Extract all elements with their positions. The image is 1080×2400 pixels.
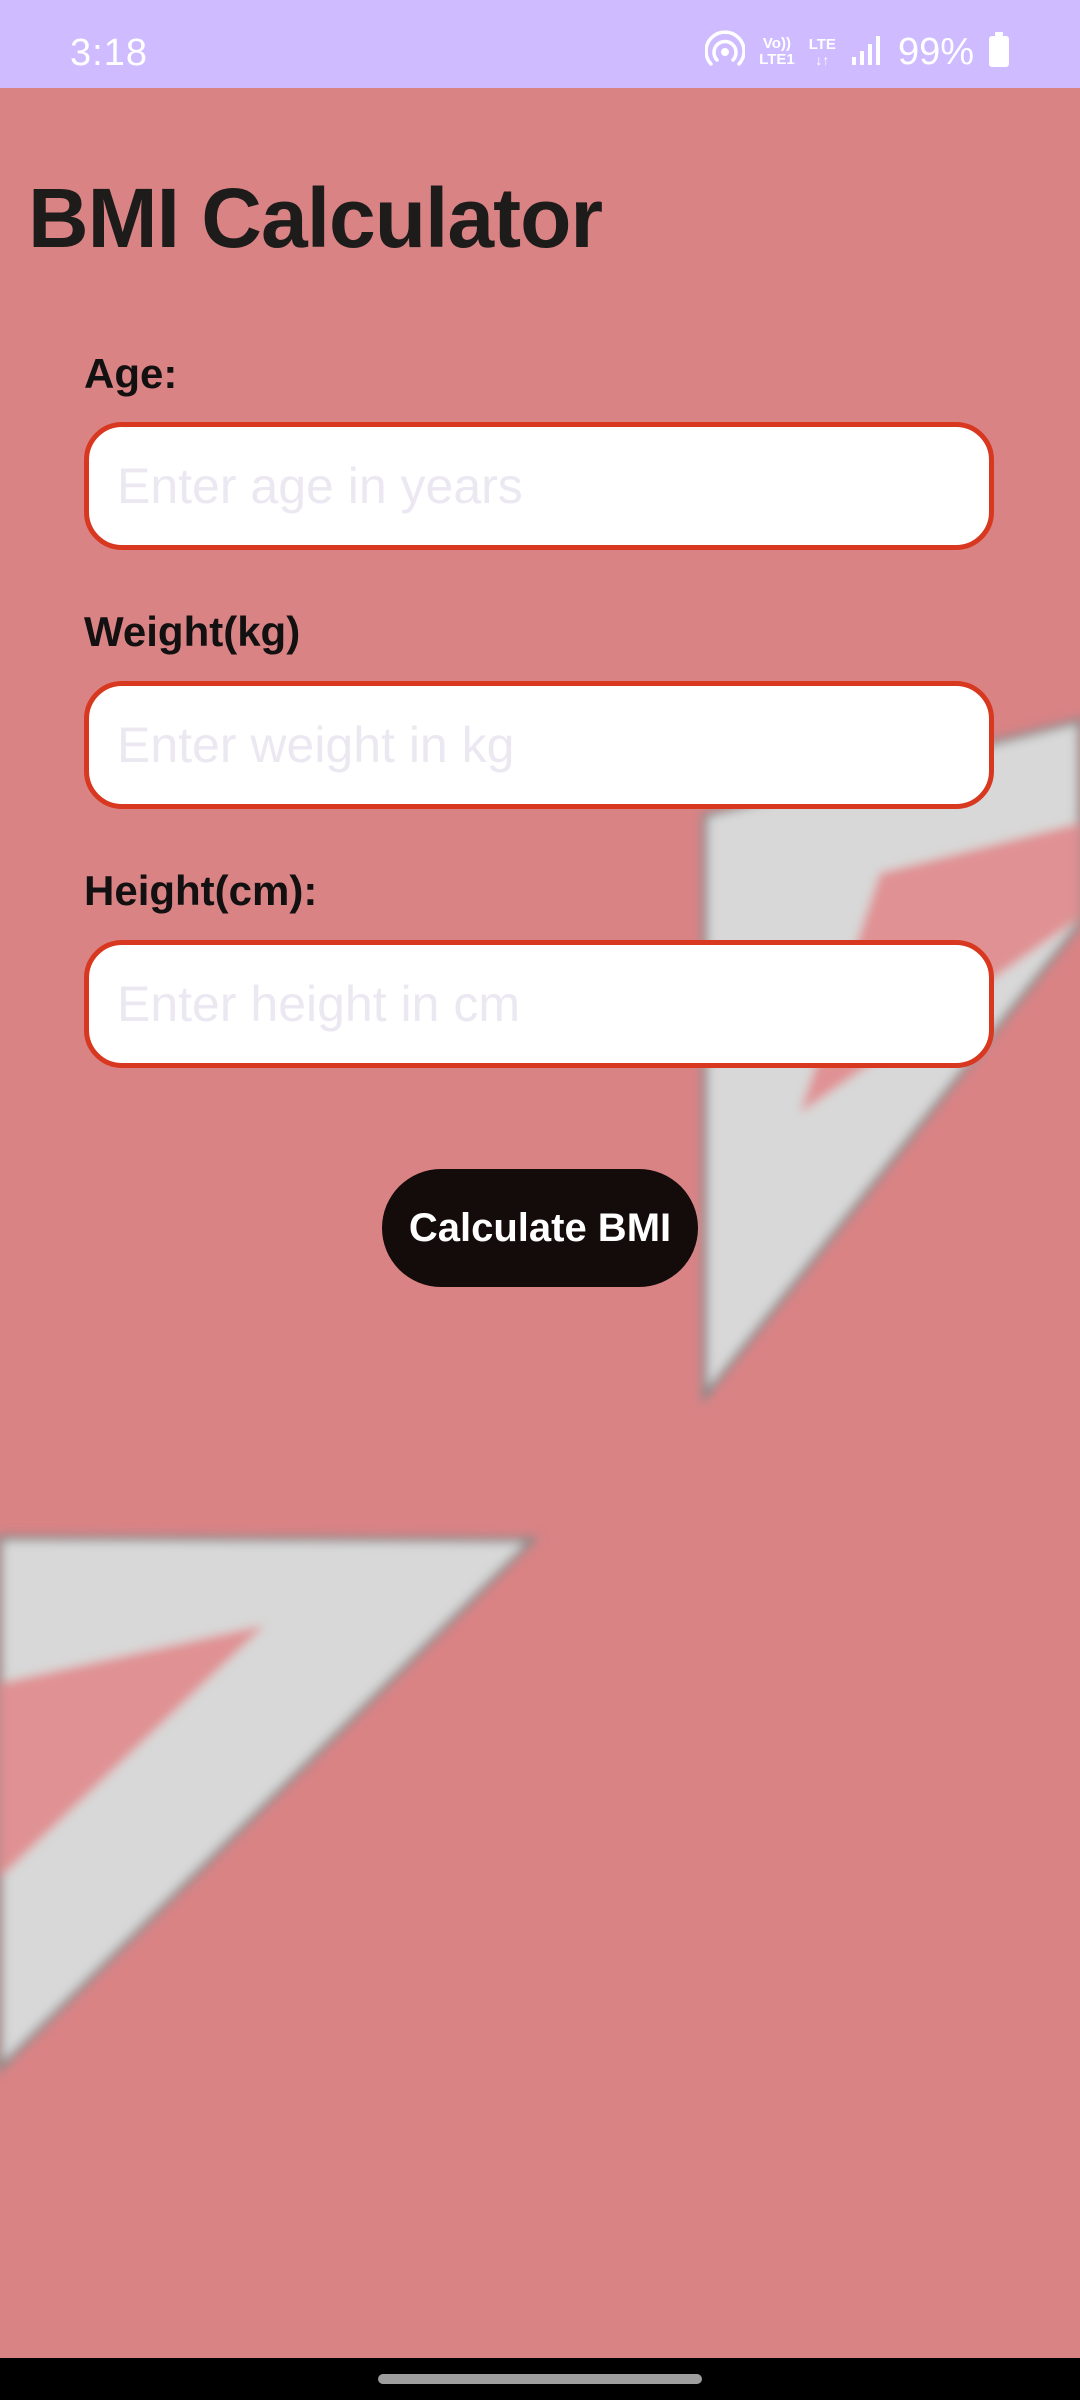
page-title: BMI Calculator — [28, 171, 603, 265]
height-input[interactable] — [89, 945, 989, 1063]
volte-bottom-text: LTE1 — [759, 51, 795, 68]
navigation-bar — [0, 2358, 1080, 2400]
status-icons: Vo)) LTE1 LTE ↓↑ 99% — [704, 29, 1010, 75]
volte-top-text: Vo)) — [762, 35, 791, 52]
battery-icon — [988, 31, 1010, 73]
age-input[interactable] — [89, 427, 989, 545]
hotspot-icon — [704, 29, 746, 75]
signal-icon — [850, 33, 884, 72]
age-field[interactable] — [84, 422, 994, 550]
age-label: Age: — [84, 350, 178, 397]
lte-data-icon: LTE ↓↑ — [808, 36, 836, 68]
weight-input[interactable] — [89, 686, 989, 804]
status-bar: 3:18 Vo)) LTE1 LTE ↓↑ 99% — [0, 0, 1080, 88]
app-screen: 3:18 Vo)) LTE1 LTE ↓↑ 99% BMI Calculator… — [0, 0, 1080, 2400]
arrow-shape-left — [0, 1534, 540, 2073]
height-label: Height(cm): — [84, 867, 318, 914]
weight-field[interactable] — [84, 681, 994, 809]
battery-percent: 99% — [897, 31, 974, 73]
volte-icon: Vo)) LTE1 — [759, 36, 795, 68]
calculate-bmi-button[interactable]: Calculate BMI — [382, 1169, 698, 1287]
height-field[interactable] — [84, 940, 994, 1068]
lte-text: LTE — [808, 36, 836, 53]
status-time: 3:18 — [70, 32, 148, 74]
home-gesture-handle[interactable] — [378, 2374, 702, 2384]
weight-label: Weight(kg) — [84, 608, 301, 655]
